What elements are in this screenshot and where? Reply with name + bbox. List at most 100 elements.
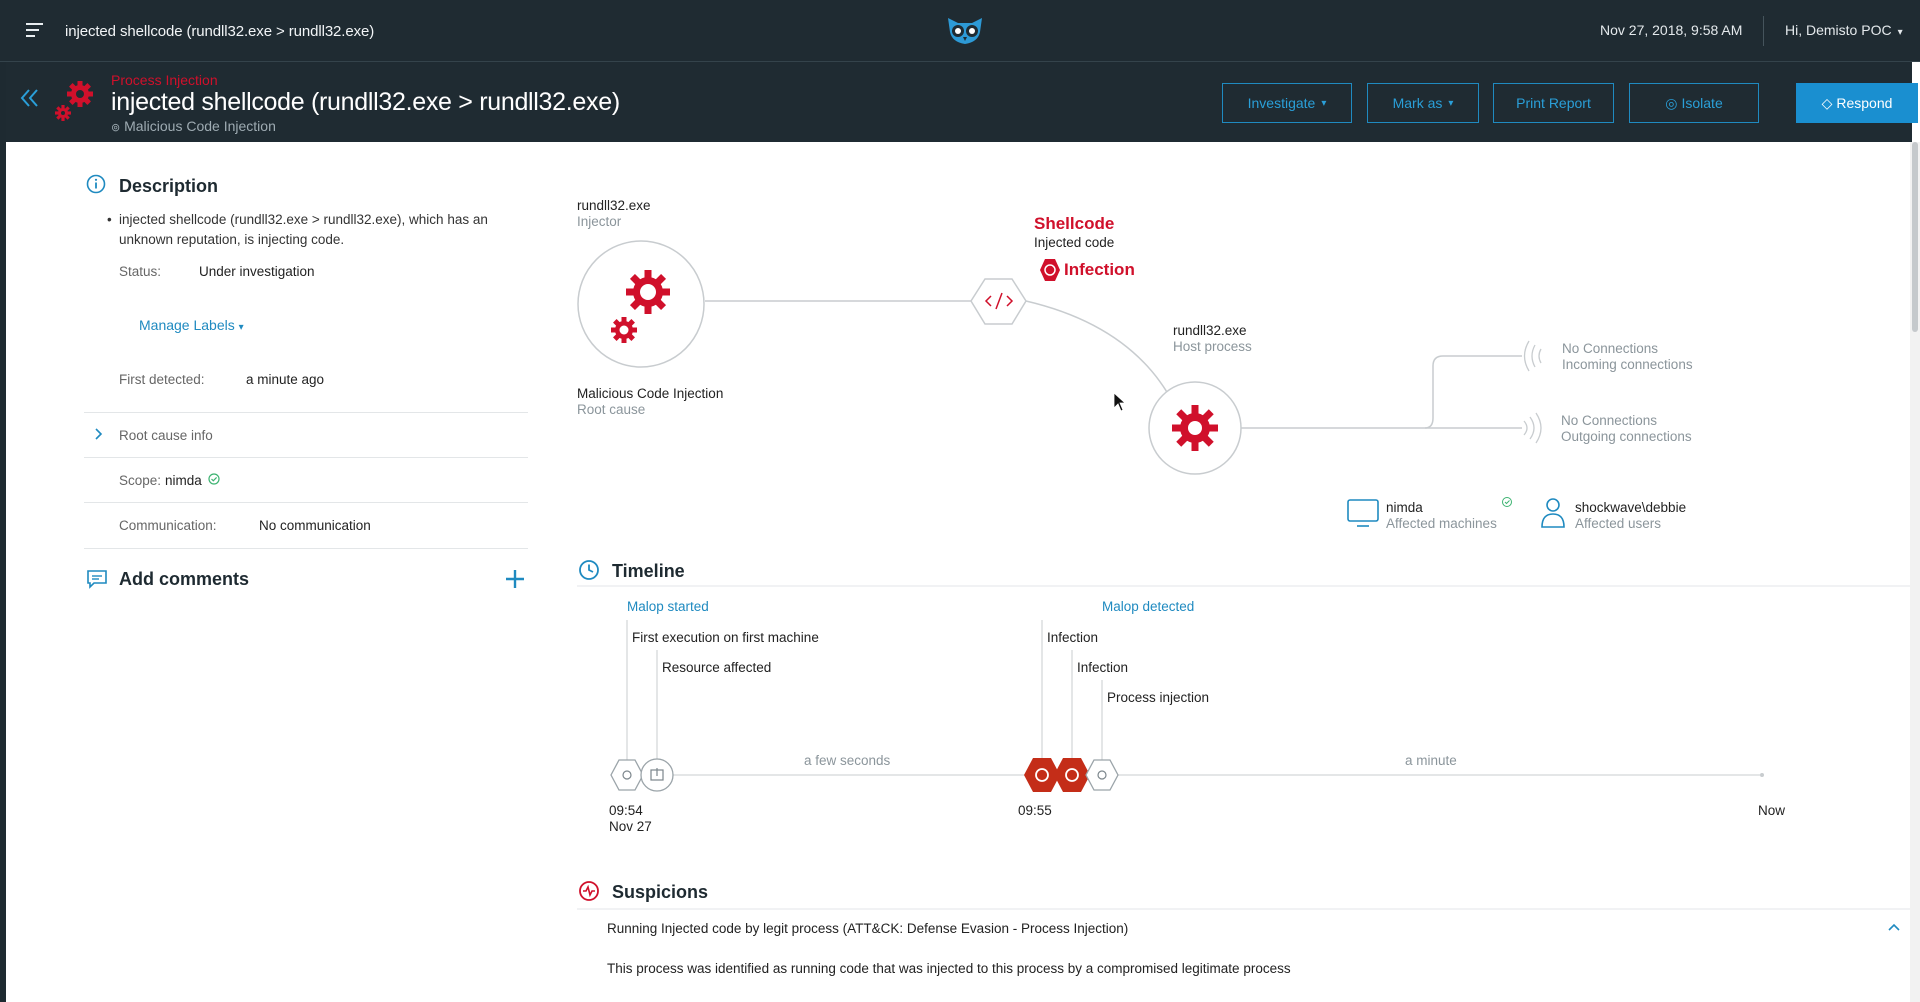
divider [84,457,528,458]
injector-role: Injector [577,214,622,229]
page-title: injected shellcode (rundll32.exe > rundl… [111,88,620,116]
bullet: • [107,212,112,227]
chevron-down-icon: ▾ [1321,97,1327,109]
user-icon [1541,498,1565,528]
comment-icon [87,570,107,589]
malop-subtitle-text: Malicious Code Injection [124,118,276,134]
shellcode-title: Shellcode [1034,214,1115,233]
description-text: • injected shellcode (rundll32.exe > run… [107,210,507,250]
connector-line [1424,355,1522,429]
outgoing-subtitle: Outgoing connections [1561,429,1692,444]
first-detected-value: a minute ago [246,372,325,387]
suspicions-heading: Suspicions [612,882,709,902]
malop-subtitle: ⊚ Malicious Code Injection [111,118,276,134]
communication-value: No communication [259,518,371,533]
timeline-now: Now [1758,803,1786,818]
double-chevron-left-icon[interactable] [18,86,42,110]
incoming-subtitle: Incoming connections [1562,357,1693,372]
code-node[interactable] [970,278,1027,325]
description-heading: Description [119,176,219,196]
event-infection-2[interactable]: Infection [1077,660,1129,675]
injector-node[interactable] [577,240,705,368]
status-label: Status: [119,264,162,279]
infection-icon [1040,259,1060,281]
chevron-down-icon: ▾ [238,322,244,333]
user-menu[interactable]: Hi, Demisto POC ▾ [1785,22,1903,38]
isolate-button[interactable]: ◎ Isolate [1629,83,1759,123]
root-cause-name: Malicious Code Injection [577,386,724,401]
owl-logo-icon[interactable] [944,14,986,46]
root-cause-role: Root cause [577,402,646,417]
event-infection-1[interactable]: Infection [1047,630,1099,645]
mouse-cursor-icon [1113,392,1127,412]
first-detected-label: First detected: [119,372,205,387]
affected-machine-name[interactable]: nimda [1386,500,1423,515]
print-report-button[interactable]: Print Report [1493,83,1614,123]
scope-value: nimda [165,473,202,488]
outgoing-connections-icon [1523,412,1542,444]
scrollbar-thumb[interactable] [1912,142,1918,332]
investigate-button[interactable]: Investigate ▾ [1222,83,1352,123]
isolate-icon: ◎ [1665,94,1678,111]
infection-label: Infection [1064,260,1135,279]
incoming-connections-icon [1523,340,1542,372]
topbar-divider [1763,16,1764,46]
info-icon [86,174,106,194]
mark-as-label: Mark as [1392,95,1443,111]
timeline-start-time: 09:54 [609,803,643,818]
manage-labels-link[interactable]: Manage Labels ▾ [139,317,244,333]
menu-icon[interactable] [26,23,43,41]
description-body: injected shellcode (rundll32.exe > rundl… [119,212,488,247]
root-cause-toggle[interactable]: Root cause info [119,428,213,443]
incoming-title: No Connections [1562,341,1659,356]
host-process-node[interactable] [1148,381,1242,475]
divider [84,502,528,503]
event-first-execution[interactable]: First execution on first machine [632,630,819,645]
host-process-name: rundll32.exe [1173,323,1247,338]
window-frame [0,0,6,1002]
timeline-start-date: Nov 27 [609,819,652,834]
suspicion-title[interactable]: Running Injected code by legit process (… [607,921,1128,936]
shellcode-subtitle: Injected code [1034,235,1115,250]
malop-type: Process Injection [111,72,218,88]
plus-icon[interactable] [504,568,526,590]
respond-button[interactable]: ◇ Respond [1796,83,1918,123]
affected-users-label: Affected users [1575,516,1662,531]
communication-label: Communication: [119,518,217,533]
print-report-label: Print Report [1516,95,1591,111]
divider [84,548,528,549]
status-value: Under investigation [199,264,315,279]
current-datetime: Nov 27, 2018, 9:58 AM [1600,22,1743,38]
add-comments-heading: Add comments [119,569,250,589]
malop-started-label: Malop started [627,599,709,614]
respond-icon: ◇ [1821,94,1833,111]
timeline-event-process-injection[interactable] [1085,759,1119,791]
chevron-up-icon[interactable] [1887,922,1901,932]
event-process-injection[interactable]: Process injection [1107,690,1210,705]
affected-user-name[interactable]: shockwave\debbie [1575,500,1686,515]
malop-header: Process Injection injected shellcode (ru… [6,62,1918,142]
event-resource-affected[interactable]: Resource affected [662,660,772,675]
affected-machines-label: Affected machines [1386,516,1497,531]
timeline-end-dot [1760,773,1764,777]
timeline-heading: Timeline [612,561,685,581]
mark-as-button[interactable]: Mark as ▾ [1367,83,1479,123]
fingerprint-icon: ⊚ [111,122,121,134]
topbar-title: injected shellcode (rundll32.exe > rundl… [65,23,375,40]
scope-label: Scope: [119,473,162,488]
timeline-event-execution[interactable] [610,759,644,791]
timeline-detected-time: 09:55 [1018,803,1052,818]
clock-icon [579,560,599,580]
suspicion-description: This process was identified as running c… [607,961,1291,976]
host-process-role: Host process [1173,339,1252,354]
top-bar: injected shellcode (rundll32.exe > rundl… [0,0,1920,62]
timeline-event-infection-2[interactable] [1054,758,1090,792]
chevron-right-icon[interactable] [93,428,103,440]
outgoing-title: No Connections [1561,413,1658,428]
investigate-label: Investigate [1247,95,1316,111]
pulse-icon [579,881,599,901]
isolate-label: Isolate [1681,95,1723,111]
timeline-event-resource[interactable] [640,758,674,792]
manage-labels-label: Manage Labels [139,317,235,333]
malop-gears-icon [55,81,93,121]
